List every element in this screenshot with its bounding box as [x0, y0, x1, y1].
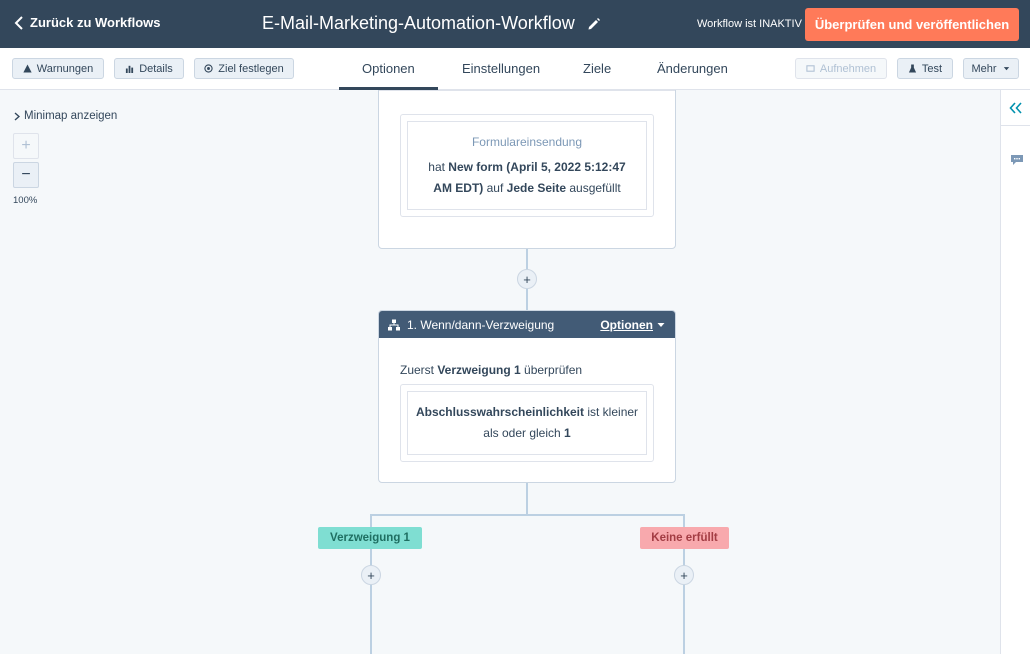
branch-title-text: 1. Wenn/dann-Verzweigung — [407, 318, 555, 332]
check-prefix: Zuerst — [400, 363, 438, 377]
show-minimap-link[interactable]: Minimap anzeigen — [14, 110, 117, 122]
branch-condition-inner: Abschlusswahrscheinlichkeit ist kleiner … — [407, 391, 647, 455]
condition-line-2: als oder gleich 1 — [408, 423, 646, 444]
add-action-button-branch-1[interactable]: + — [361, 565, 381, 585]
zoom-level: 100% — [13, 195, 38, 206]
tab-options[interactable]: Optionen — [362, 61, 415, 76]
details-button[interactable]: Details — [114, 58, 184, 79]
warnings-label: Warnungen — [36, 62, 94, 75]
card-header-divider — [379, 90, 675, 91]
trigger-filter-box: Formulareinsendung hat New form (April 5… — [400, 114, 654, 217]
test-button[interactable]: Test — [897, 58, 953, 79]
minimap-label: Minimap anzeigen — [24, 110, 118, 122]
branch-split-line — [370, 514, 685, 516]
workflow-title: E-Mail-Marketing-Automation-Workflow — [262, 13, 601, 34]
zoom-out-button[interactable]: − — [13, 162, 39, 188]
workflow-toolbar: Warnungen Details Ziel festlegen Optione… — [0, 48, 1030, 90]
expand-sidebar-button[interactable] — [1001, 90, 1030, 126]
trigger-form-name-cont: AM EDT) — [433, 181, 484, 195]
more-dropdown-button[interactable]: Mehr — [963, 58, 1019, 79]
branch-options-label: Optionen — [600, 318, 653, 332]
chevron-right-icon — [14, 111, 20, 121]
record-button[interactable]: Aufnehmen — [795, 58, 887, 79]
trigger-description-line-2: AM EDT) auf Jede Seite ausgefüllt — [408, 178, 646, 199]
comment-icon[interactable] — [1010, 154, 1024, 166]
trigger-middle: auf — [483, 181, 507, 195]
workflow-canvas[interactable]: Minimap anzeigen + − 100% Formulareinsen… — [0, 90, 1000, 654]
condition-op-1: ist kleiner — [584, 405, 639, 419]
top-navigation-bar: Zurück zu Workflows E-Mail-Marketing-Aut… — [0, 0, 1030, 48]
bar-chart-icon — [126, 65, 134, 73]
check-suffix: überprüfen — [520, 363, 583, 377]
caret-down-icon — [1003, 67, 1009, 71]
tab-goals[interactable]: Ziele — [583, 61, 611, 76]
trigger-prefix: hat — [428, 160, 449, 174]
workflow-status: Workflow ist INAKTIV — [697, 18, 802, 30]
test-label: Test — [921, 62, 943, 75]
trigger-filter-inner: Formulareinsendung hat New form (April 5… — [407, 121, 647, 210]
right-sidebar-rail — [1000, 90, 1030, 654]
trigger-description-line-1: hat New form (April 5, 2022 5:12:47 — [408, 157, 646, 178]
trigger-type-label: Formulareinsendung — [471, 135, 583, 149]
branch-card-header: 1. Wenn/dann-Verzweigung Optionen — [379, 311, 675, 338]
back-link-label: Zurück zu Workflows — [30, 15, 161, 30]
branch-tree-icon — [388, 319, 400, 331]
more-label: Mehr — [971, 62, 997, 75]
branch-label-yes: Verzweigung 1 — [318, 527, 422, 549]
branch-check-text: Zuerst Verzweigung 1 überprüfen — [400, 363, 582, 377]
set-goal-button[interactable]: Ziel festlegen — [194, 58, 294, 79]
workflow-title-text: E-Mail-Marketing-Automation-Workflow — [262, 13, 575, 33]
tab-settings[interactable]: Einstellungen — [462, 61, 540, 76]
pencil-edit-icon[interactable] — [587, 17, 601, 31]
branch-options-dropdown[interactable]: Optionen — [600, 318, 665, 332]
connector-line — [526, 483, 528, 515]
enrollment-trigger-card[interactable]: Formulareinsendung hat New form (April 5… — [378, 90, 676, 249]
double-chevron-left-icon — [1009, 101, 1022, 114]
warning-triangle-icon — [23, 64, 32, 73]
add-action-button[interactable]: + — [517, 269, 537, 289]
flask-icon — [908, 64, 917, 73]
review-publish-button[interactable]: Überprüfen und veröffentlichen — [805, 8, 1019, 41]
branch-title: 1. Wenn/dann-Verzweigung — [388, 318, 554, 332]
target-icon — [204, 64, 213, 73]
check-branch: Verzweigung 1 — [437, 363, 521, 377]
chevron-left-icon — [14, 15, 23, 30]
add-action-button-none-met[interactable]: + — [674, 565, 694, 585]
condition-value: 1 — [564, 426, 571, 440]
details-label: Details — [139, 62, 173, 75]
set-goal-label: Ziel festlegen — [218, 62, 284, 75]
if-then-branch-card[interactable]: 1. Wenn/dann-Verzweigung Optionen Zuerst… — [378, 310, 676, 483]
record-icon — [806, 65, 815, 72]
condition-op-2: als oder gleich — [483, 426, 565, 440]
warnings-button[interactable]: Warnungen — [12, 58, 104, 79]
back-to-workflows-link[interactable]: Zurück zu Workflows — [14, 15, 161, 30]
branch-condition-box: Abschlusswahrscheinlichkeit ist kleiner … — [400, 384, 654, 462]
trigger-suffix: ausgefüllt — [566, 181, 621, 195]
tab-changes[interactable]: Änderungen — [657, 61, 728, 76]
trigger-page: Jede Seite — [506, 181, 567, 195]
condition-line-1: Abschlusswahrscheinlichkeit ist kleiner — [408, 402, 646, 423]
trigger-form-name: New form (April 5, 2022 5:12:47 — [448, 160, 626, 174]
record-label: Aufnehmen — [819, 62, 877, 75]
zoom-in-button[interactable]: + — [13, 133, 39, 159]
condition-property: Abschlusswahrscheinlichkeit — [415, 405, 585, 419]
branch-label-none: Keine erfüllt — [640, 527, 729, 549]
caret-down-icon — [657, 323, 665, 327]
